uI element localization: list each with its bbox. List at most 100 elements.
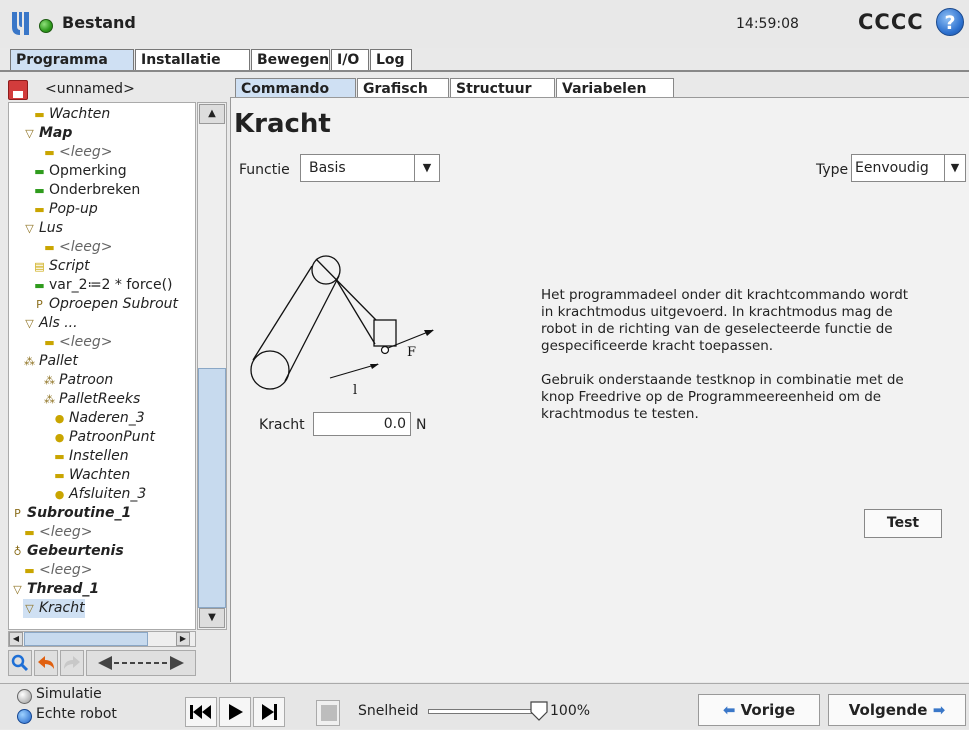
tree-item[interactable]: ▽ Als ... [23, 314, 77, 333]
tree-item-label: <leeg> [39, 524, 93, 540]
step-forward-icon[interactable] [253, 697, 285, 727]
tree-item[interactable]: ▬ <leeg> [43, 333, 112, 352]
diagram-l-label: l [353, 383, 357, 398]
tree-item-label: Wachten [69, 467, 131, 483]
function-label: Functie [239, 162, 290, 178]
if-icon: ▽ [25, 317, 34, 330]
wait-icon: ▬ [54, 469, 65, 482]
chevron-down-icon[interactable]: ▼ [414, 155, 439, 181]
comment-icon: ▬ [34, 165, 45, 178]
real-robot-label[interactable]: Echte robot [36, 706, 117, 722]
tree-item[interactable]: ▬ <leeg> [23, 523, 92, 542]
play-icon[interactable] [219, 697, 251, 727]
skip-back-icon[interactable] [185, 697, 217, 727]
tree-item[interactable]: ● Afsluiten_3 [53, 485, 147, 504]
redo-icon[interactable] [60, 650, 84, 676]
tree-item[interactable]: ▤ Script [33, 257, 89, 276]
tab-installatie[interactable]: Installatie [135, 49, 250, 70]
tree-item[interactable]: ▬ <leeg> [23, 561, 92, 580]
tab-io[interactable]: I/O [331, 49, 369, 70]
next-button-label: Volgende [848, 701, 928, 719]
tree-item-label: <leeg> [39, 562, 93, 578]
diagram-force-label: F [407, 345, 416, 360]
stop-icon[interactable] [316, 700, 340, 726]
scroll-left-icon[interactable]: ◀ [9, 632, 23, 646]
next-button[interactable]: Volgende ➡ [828, 694, 966, 726]
tab-commando[interactable]: Commando [235, 78, 356, 98]
script-icon: ▤ [34, 260, 45, 273]
tree-hscroll-thumb[interactable] [24, 632, 148, 646]
test-button[interactable]: Test [864, 509, 942, 538]
tab-bewegen[interactable]: Bewegen [251, 49, 330, 70]
app-title[interactable]: Bestand [62, 13, 136, 32]
tree-item[interactable]: P Subroutine_1 [11, 504, 131, 523]
speed-slider[interactable] [428, 709, 538, 714]
universal-robots-logo-icon [12, 12, 29, 35]
simulation-radio[interactable] [17, 689, 32, 704]
previous-button[interactable]: ⬅ Vorige [698, 694, 820, 726]
undo-icon[interactable] [34, 650, 58, 676]
tree-item[interactable]: ▬ <leeg> [43, 143, 112, 162]
tree-item[interactable]: ▬ Instellen [53, 447, 129, 466]
scroll-up-icon[interactable]: ▲ [199, 104, 225, 124]
folder-expand-icon: ▽ [25, 127, 34, 140]
tree-item[interactable]: ▽ Thread_1 [11, 580, 99, 599]
tab-variabelen[interactable]: Variabelen [556, 78, 674, 98]
search-icon[interactable] [8, 650, 32, 676]
tree-item[interactable]: ▽ Lus [23, 219, 63, 238]
wait-icon: ▬ [34, 108, 45, 121]
program-tree[interactable]: ▬ Wachten ▽ Map ▬ <leeg> ▬ Opmerking ▬ Onderbreke… [8, 102, 196, 630]
type-selected-value: Eenvoudig [855, 160, 929, 176]
move-node-icon[interactable] [86, 650, 196, 676]
page-title: Kracht [234, 109, 331, 139]
scroll-down-icon[interactable]: ▼ [199, 608, 225, 628]
waypoint-icon: ● [54, 431, 65, 444]
tree-item[interactable]: ♁ Gebeurtenis [11, 542, 123, 561]
tree-item-label: <leeg> [59, 334, 113, 350]
tree-item-label: <leeg> [59, 239, 113, 255]
simulation-label[interactable]: Simulatie [36, 686, 102, 702]
help-icon[interactable]: ? [936, 8, 964, 36]
tree-item[interactable]: ▬ Opmerking [33, 162, 126, 181]
tree-item-label: Instellen [69, 448, 129, 464]
tree-scroll-thumb[interactable] [198, 368, 226, 608]
real-robot-radio[interactable] [17, 709, 32, 724]
tree-item-label: Lus [39, 220, 63, 236]
tree-item[interactable]: ▬ var_2≔2 * force() [33, 276, 172, 295]
tab-programma[interactable]: Programma [10, 49, 134, 70]
type-dropdown[interactable]: Eenvoudig ▼ [851, 154, 966, 182]
tree-item[interactable]: ● PatroonPunt [53, 428, 155, 447]
tree-item[interactable]: ⁂ PalletReeks [43, 390, 140, 409]
tree-item[interactable]: ▬ Wachten [53, 466, 130, 485]
tree-item[interactable]: P Oproepen Subrout [33, 295, 178, 314]
tree-item[interactable]: ▬ Onderbreken [33, 181, 140, 200]
tree-item[interactable]: ⁂ Patroon [43, 371, 113, 390]
tree-item[interactable]: ▽ Map [23, 124, 72, 143]
save-icon[interactable] [8, 80, 28, 100]
tree-item-label: Subroutine_1 [27, 505, 132, 521]
tree-item[interactable]: ▽ Kracht [23, 599, 85, 618]
tree-item-label: Afsluiten_3 [69, 486, 147, 502]
function-dropdown[interactable]: Basis ▼ [300, 154, 440, 182]
robot-status-icon [39, 19, 53, 33]
tree-item[interactable]: ▬ Pop-up [33, 200, 97, 219]
force-input[interactable]: 0.0 [313, 412, 411, 436]
empty-icon: ▬ [44, 146, 55, 159]
tab-log[interactable]: Log [370, 49, 412, 70]
tree-item-label: PalletReeks [59, 391, 141, 407]
event-icon: ♁ [13, 545, 22, 558]
tab-structuur[interactable]: Structuur [450, 78, 555, 98]
scroll-right-icon[interactable]: ▶ [176, 632, 190, 646]
pattern-icon: ⁂ [44, 374, 55, 387]
tree-item[interactable]: ⁂ Pallet [23, 352, 78, 371]
tree-item-label: Kracht [39, 600, 85, 616]
speed-slider-thumb[interactable] [529, 700, 549, 722]
chevron-down-icon[interactable]: ▼ [944, 155, 965, 181]
tree-item[interactable]: ● Naderen_3 [53, 409, 145, 428]
pallet-icon: ⁂ [24, 355, 35, 368]
tree-item[interactable]: ▬ <leeg> [43, 238, 112, 257]
tree-item-label: Thread_1 [27, 581, 100, 597]
tree-item-label: Wachten [49, 106, 111, 122]
tab-grafisch[interactable]: Grafisch [357, 78, 449, 98]
tree-item[interactable]: ▬ Wachten [33, 105, 110, 124]
